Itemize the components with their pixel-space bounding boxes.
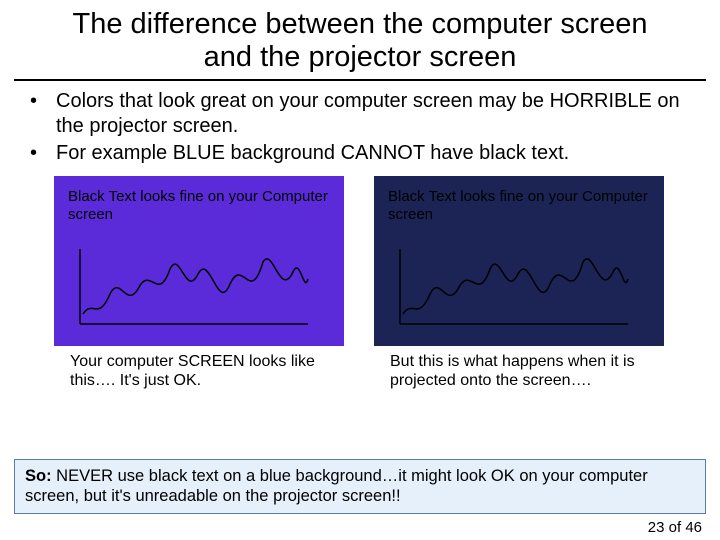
conclusion-text: NEVER use black text on a blue backgroun… <box>25 467 648 506</box>
example-box-text: Black Text looks fine on your Computer s… <box>388 188 650 226</box>
bullet-text: For example BLUE background CANNOT have … <box>56 141 692 166</box>
bullet-item: • Colors that look great on your compute… <box>28 89 692 139</box>
example-box-text: Black Text looks fine on your Computer s… <box>68 188 330 226</box>
example-box-projector: Black Text looks fine on your Computer s… <box>374 176 664 346</box>
example-box-computer: Black Text looks fine on your Computer s… <box>54 176 344 346</box>
conclusion-label: So: <box>25 467 52 485</box>
page-total: 46 <box>685 519 702 536</box>
conclusion-callout: So: NEVER use black text on a blue backg… <box>14 459 706 514</box>
panel-computer-screen: Black Text looks fine on your Computer s… <box>54 176 344 390</box>
example-panels: Black Text looks fine on your Computer s… <box>0 174 720 390</box>
line-chart-icon <box>68 244 318 334</box>
slide-title: The difference between the computer scre… <box>14 0 706 81</box>
bullet-dot-icon: • <box>28 89 56 139</box>
page-number: 23 of 46 <box>648 519 702 536</box>
bullet-dot-icon: • <box>28 141 56 166</box>
bullet-item: • For example BLUE background CANNOT hav… <box>28 141 692 166</box>
bullet-text: Colors that look great on your computer … <box>56 89 692 139</box>
panel-caption: Your computer SCREEN looks like this…. I… <box>54 346 344 390</box>
panel-projector-screen: Black Text looks fine on your Computer s… <box>374 176 664 390</box>
line-chart-icon <box>388 244 638 334</box>
bullet-list: • Colors that look great on your compute… <box>0 89 720 174</box>
panel-caption: But this is what happens when it is proj… <box>374 346 664 390</box>
page-separator: of <box>664 519 685 536</box>
page-current: 23 <box>648 519 665 536</box>
